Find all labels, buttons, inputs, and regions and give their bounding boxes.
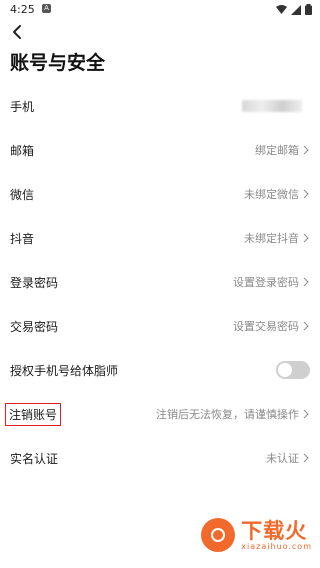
chevron-right-icon: [303, 453, 309, 463]
page-title: 账号与安全: [10, 52, 106, 74]
chevron-right-icon: [303, 321, 309, 331]
row-value: 设置交易密码: [233, 320, 299, 333]
row-label: 手机: [10, 99, 35, 114]
watermark-logo-icon: [201, 518, 236, 552]
row-cancel-account[interactable]: 注销账号 注销后无法恢复，请谨慎操作: [0, 392, 320, 436]
battery-icon: [305, 4, 312, 15]
row-value: 绑定邮箱: [255, 144, 299, 157]
watermark-text: 下载火: [241, 518, 308, 543]
row-label: 邮箱: [10, 143, 35, 158]
row-label: 微信: [10, 187, 35, 202]
authorize-toggle[interactable]: [276, 361, 310, 379]
row-value: 未绑定微信: [244, 188, 299, 201]
back-arrow-icon[interactable]: [8, 22, 28, 42]
chevron-right-icon: [303, 233, 309, 243]
row-label: 登录密码: [10, 275, 59, 290]
row-email[interactable]: 邮箱 绑定邮箱: [0, 128, 320, 172]
toggle-knob: [278, 363, 292, 377]
chevron-right-icon: [303, 277, 309, 287]
chevron-right-icon: [303, 409, 309, 419]
settings-list: 手机 邮箱 绑定邮箱 微信 未绑定微信 抖音 未绑定抖音 登录密码 设置登录密码…: [0, 84, 320, 480]
row-label: 注销账号: [5, 402, 62, 426]
row-label: 交易密码: [10, 319, 59, 334]
row-phone[interactable]: 手机: [0, 84, 320, 128]
row-value: 设置登录密码: [233, 276, 299, 289]
row-label: 授权手机号给体脂师: [10, 363, 119, 378]
row-value: 未绑定抖音: [244, 232, 299, 245]
row-label: 抖音: [10, 231, 35, 246]
notification-icon: A: [42, 4, 51, 13]
status-bar: 4:25 A: [0, 0, 320, 20]
status-icons: [276, 4, 312, 15]
row-login-password[interactable]: 登录密码 设置登录密码: [0, 260, 320, 304]
chevron-right-icon: [303, 189, 309, 199]
row-label: 实名认证: [10, 451, 59, 466]
row-authorize-phone: 授权手机号给体脂师: [0, 348, 320, 392]
chevron-right-icon: [303, 145, 309, 155]
row-value: 注销后无法恢复，请谨慎操作: [156, 408, 299, 421]
watermark-url: xiazaihuo.com: [241, 541, 312, 551]
row-trade-password[interactable]: 交易密码 设置交易密码: [0, 304, 320, 348]
masked-phone-number: [242, 100, 302, 112]
row-value: 未认证: [266, 452, 299, 465]
row-real-name[interactable]: 实名认证 未认证: [0, 436, 320, 480]
row-wechat[interactable]: 微信 未绑定微信: [0, 172, 320, 216]
watermark: 下载火 xiazaihuo.com: [201, 518, 312, 552]
status-time: 4:25: [10, 3, 35, 16]
wifi-icon: [276, 5, 287, 14]
signal-icon: [291, 4, 301, 15]
row-douyin[interactable]: 抖音 未绑定抖音: [0, 216, 320, 260]
